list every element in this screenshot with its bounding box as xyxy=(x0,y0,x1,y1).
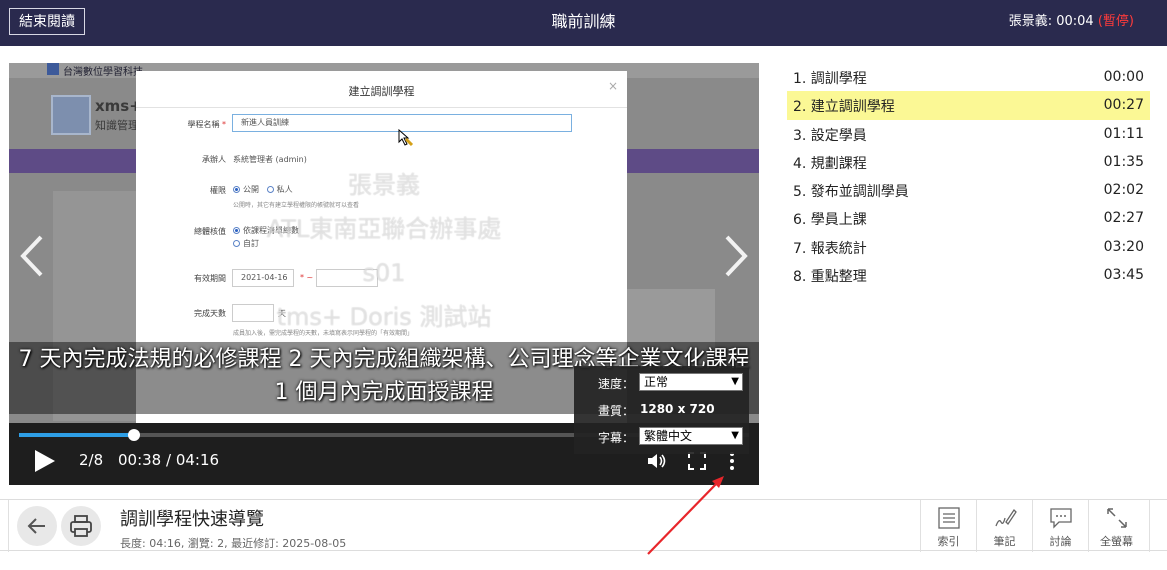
chapter-title: 4. 規劃課程 xyxy=(793,155,867,172)
user-status: 張景義: 00:04 (暫停) xyxy=(1009,0,1134,44)
chat-bubble-icon xyxy=(1050,508,1072,529)
user-time: 張景義: 00:04 xyxy=(1008,14,1094,29)
list-icon xyxy=(938,507,960,529)
discussion-label: 討論 xyxy=(1049,535,1072,548)
dialog-title: 建立調訓學程 xyxy=(348,85,415,98)
fullscreen-button[interactable]: 全螢幕 xyxy=(1088,500,1144,552)
annotation-arrow-icon xyxy=(647,476,724,555)
chapter-title: 5. 發布並調訓學員 xyxy=(793,184,909,201)
chapter-item[interactable]: 7. 報表統計 03:20 xyxy=(787,233,1150,261)
chapter-time: 00:27 xyxy=(1103,97,1144,114)
chapter-item[interactable]: 5. 發布並調訓學員 02:02 xyxy=(787,176,1150,204)
page-title: 職前訓練 xyxy=(551,12,616,31)
chapter-time: 01:11 xyxy=(1103,125,1144,142)
caption-label: 字幕： xyxy=(598,431,635,445)
chapter-item[interactable]: 4. 規劃課程 01:35 xyxy=(787,148,1150,176)
chapter-item[interactable]: 2. 建立調訓學程 00:27 xyxy=(787,91,1150,120)
bottom-divider-right xyxy=(1149,500,1150,552)
watermark: 張景義 ATL東南亞聯合辦事處 s01 tms+ Doris 測試站 xyxy=(159,163,609,339)
chevron-down-icon: ▼ xyxy=(731,376,739,387)
watermark-line-2: ATL東南亞聯合辦事處 xyxy=(266,215,502,243)
caption-select[interactable]: 繁體中文 ▼ xyxy=(639,427,743,445)
xms-logo-icon xyxy=(51,95,91,135)
progress-knob[interactable] xyxy=(127,429,140,441)
chapter-item[interactable]: 3. 設定學員 01:11 xyxy=(787,120,1150,148)
status-paused: (暫停) xyxy=(1097,14,1134,29)
site-header-text: 台灣數位學習科技 xyxy=(63,67,143,78)
chevron-down-icon: ▼ xyxy=(731,430,739,441)
site-logo-icon xyxy=(47,63,59,75)
top-bar: 結束閱讀 職前訓練 張景義: 00:04 (暫停) xyxy=(0,0,1167,46)
fullscreen-label: 全螢幕 xyxy=(1100,535,1133,548)
chapter-title: 1. 調訓學程 xyxy=(793,71,867,87)
printer-icon xyxy=(70,515,92,537)
chapter-time: 03:45 xyxy=(1103,267,1144,284)
chapter-time: 02:02 xyxy=(1103,182,1144,199)
volume-icon[interactable] xyxy=(647,452,667,470)
notes-label: 筆記 xyxy=(993,535,1016,548)
chapter-time: 02:27 xyxy=(1103,210,1144,227)
document-title: 調訓學程快速導覽 xyxy=(120,509,264,530)
document-meta: 長度: 04:16, 瀏覽: 2, 最近修訂: 2025-08-05 xyxy=(120,537,347,550)
video-player[interactable]: 台灣數位學習科技 xms+ 知識管理 建立調訓學程 × 學程名稱 * 新進人員訓… xyxy=(9,63,759,485)
time-display: 00:38 / 04:16 xyxy=(118,451,220,469)
discussion-button[interactable]: 討論 xyxy=(1032,500,1088,552)
index-button[interactable]: 索引 xyxy=(920,500,976,552)
quality-value: 1280 x 720 xyxy=(640,402,715,416)
speed-row: 速度： 正常 ▼ xyxy=(574,370,749,396)
print-button[interactable] xyxy=(61,506,101,546)
arrow-left-icon xyxy=(27,518,45,534)
chapter-item[interactable]: 8. 重點整理 03:45 xyxy=(787,261,1150,289)
chapter-title: 2. 建立調訓學程 xyxy=(793,99,895,116)
settings-menu: 速度： 正常 ▼ 畫質： 1280 x 720 字幕： 繁體中文 ▼ xyxy=(574,366,749,454)
chapter-item[interactable]: 6. 學員上課 02:27 xyxy=(787,204,1150,232)
dialog-close-icon: × xyxy=(607,79,618,93)
xms-logo-sub: 知識管理 xyxy=(95,119,139,132)
caption-row: 字幕： 繁體中文 ▼ xyxy=(574,424,749,450)
watermark-line-3: s01 xyxy=(362,259,406,287)
chapter-indicator: 2/8 xyxy=(79,451,104,469)
back-button[interactable] xyxy=(17,506,57,546)
chapter-item[interactable]: 1. 調訓學程 00:00 xyxy=(787,63,1150,91)
bottom-bar: 調訓學程快速導覽 長度: 04:16, 瀏覽: 2, 最近修訂: 2025-08… xyxy=(0,499,1167,552)
next-chevron-icon[interactable] xyxy=(721,233,751,279)
index-label: 索引 xyxy=(937,535,960,548)
notes-button[interactable]: 筆記 xyxy=(976,500,1032,552)
progress-fill xyxy=(19,433,134,437)
more-options-icon[interactable] xyxy=(724,451,740,471)
xms-logo-text: xms+ xyxy=(95,97,142,115)
previous-chevron-icon[interactable] xyxy=(17,233,47,279)
watermark-line-4: tms+ Doris 測試站 xyxy=(276,303,492,331)
chapter-list: 1. 調訓學程 00:00 2. 建立調訓學程 00:27 3. 設定學員 01:11 4.… xyxy=(787,63,1150,289)
chapter-title: 8. 重點整理 xyxy=(793,269,867,286)
speed-label: 速度： xyxy=(598,377,635,391)
watermark-line-1: 張景義 xyxy=(348,171,420,199)
chapter-title: 3. 設定學員 xyxy=(793,127,867,144)
bottom-divider-left xyxy=(8,500,9,552)
chapter-time: 03:20 xyxy=(1103,238,1144,255)
chapter-title: 6. 學員上課 xyxy=(793,212,867,229)
pen-icon xyxy=(995,508,1017,527)
expand-icon xyxy=(1107,508,1127,528)
quality-label: 畫質： xyxy=(598,404,635,418)
chapter-time: 00:00 xyxy=(1103,69,1144,85)
play-icon[interactable] xyxy=(34,449,56,473)
chapter-title: 7. 報表統計 xyxy=(793,240,867,257)
chapter-time: 01:35 xyxy=(1103,153,1144,170)
speed-select[interactable]: 正常 ▼ xyxy=(639,373,743,391)
name-label: 學程名稱 * xyxy=(187,120,226,129)
fullscreen-icon[interactable] xyxy=(688,452,706,470)
pencil-cursor-icon xyxy=(398,129,414,147)
dialog-divider xyxy=(136,107,627,108)
quality-row: 畫質： 1280 x 720 xyxy=(574,397,749,423)
